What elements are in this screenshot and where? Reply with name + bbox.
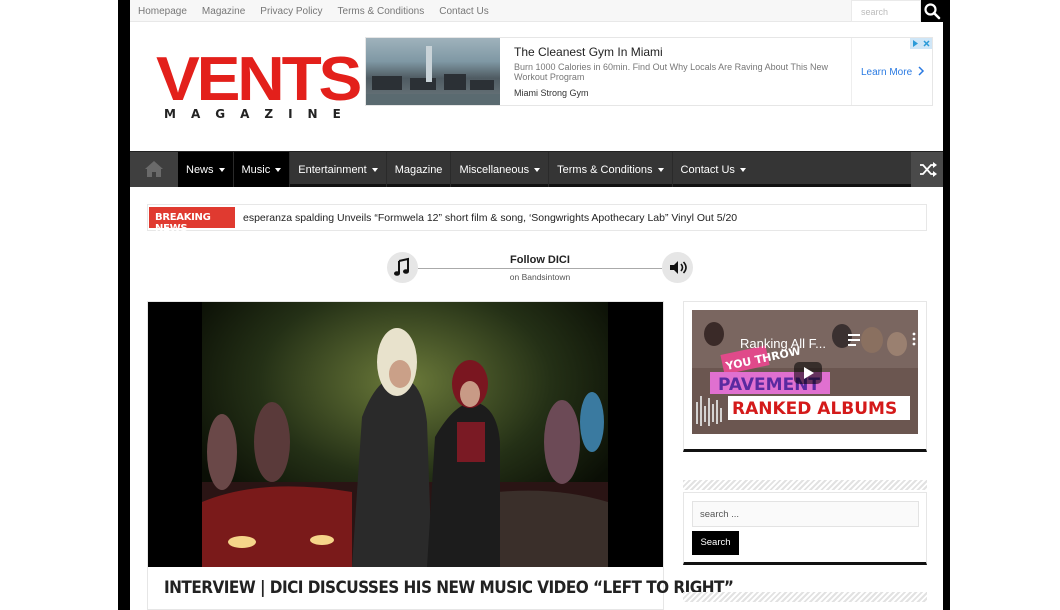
nav-item-contact[interactable]: Contact Us bbox=[673, 152, 754, 187]
nav-item-label: Contact Us bbox=[680, 163, 735, 176]
nav-home-button[interactable] bbox=[130, 152, 178, 187]
top-link-terms[interactable]: Terms & Conditions bbox=[338, 6, 425, 17]
caret-down-icon bbox=[657, 168, 664, 172]
video-title: Ranking All F... bbox=[740, 336, 826, 351]
follow-title-text: Follow DICI bbox=[506, 254, 574, 266]
featured-article: INTERVIEW | DICI DISCUSSES HIS NEW MUSIC… bbox=[147, 301, 734, 610]
top-bar: Homepage Magazine Privacy Policy Terms &… bbox=[130, 0, 943, 22]
ad-banner[interactable]: The Cleanest Gym In Miami Burn 1000 Calo… bbox=[365, 37, 933, 106]
play-icon[interactable] bbox=[794, 362, 822, 384]
page-frame-right bbox=[943, 0, 950, 610]
nav-item-label: Entertainment bbox=[298, 163, 367, 176]
home-icon bbox=[145, 161, 163, 177]
ad-description: Burn 1000 Calories in 60min. Find Out Wh… bbox=[514, 62, 828, 82]
ad-choices-icon[interactable] bbox=[910, 38, 932, 49]
nav-item-label: Music bbox=[241, 163, 271, 176]
sidebar-search-button[interactable]: Search bbox=[692, 531, 739, 555]
widget-separator bbox=[683, 480, 927, 490]
sidebar-search-input[interactable]: search ... bbox=[692, 501, 919, 527]
top-link-homepage[interactable]: Homepage bbox=[138, 6, 187, 17]
nav-item-miscellaneous[interactable]: Miscellaneous bbox=[451, 152, 550, 187]
caret-down-icon bbox=[218, 168, 225, 172]
widget-separator bbox=[683, 592, 927, 602]
top-search-button[interactable] bbox=[921, 0, 943, 22]
caret-down-icon bbox=[534, 168, 541, 172]
main-nav: News Music Entertainment Magazine Miscel… bbox=[130, 151, 943, 187]
page: Homepage Magazine Privacy Policy Terms &… bbox=[130, 0, 943, 610]
nav-item-label: Magazine bbox=[394, 163, 443, 176]
random-article-button[interactable] bbox=[911, 152, 943, 187]
top-search-input[interactable]: search bbox=[851, 0, 921, 22]
top-link-contact[interactable]: Contact Us bbox=[439, 6, 488, 17]
page-frame-left bbox=[118, 0, 130, 610]
hero-photo bbox=[202, 302, 608, 567]
chevron-right-icon bbox=[918, 66, 924, 76]
nav-item-music[interactable]: Music bbox=[233, 152, 291, 187]
nav-item-magazine[interactable]: Magazine bbox=[387, 152, 452, 187]
top-link-magazine[interactable]: Magazine bbox=[202, 6, 245, 17]
ad-brand: Miami Strong Gym bbox=[514, 88, 589, 98]
breaking-news-headline[interactable]: esperanza spalding Unveils “Formwela 12”… bbox=[243, 212, 737, 224]
logo-wordmark: VENTS bbox=[156, 45, 362, 114]
video-thumbnail[interactable]: YOU THROW PAVEMENT RANKED ALBUMS Ranking bbox=[692, 310, 918, 434]
search-widget: search ... Search bbox=[683, 492, 927, 565]
video-widget: YOU THROW PAVEMENT RANKED ALBUMS Ranking bbox=[683, 301, 927, 452]
caret-down-icon bbox=[275, 168, 282, 172]
article-hero-image[interactable] bbox=[148, 302, 663, 567]
nav-item-label: News bbox=[186, 163, 214, 176]
ad-image bbox=[366, 38, 500, 105]
caret-down-icon bbox=[739, 168, 746, 172]
breaking-news-bar: BREAKING NEWS esperanza spalding Unveils… bbox=[147, 204, 927, 234]
nav-menu: News Music Entertainment Magazine Miscel… bbox=[178, 152, 754, 187]
site-logo[interactable]: VENTS MAGAZINE bbox=[156, 49, 362, 122]
top-nav: Homepage Magazine Privacy Policy Terms &… bbox=[138, 0, 489, 22]
follow-widget[interactable]: Follow DICI on Bandsintown bbox=[387, 252, 693, 284]
caret-down-icon bbox=[371, 168, 378, 172]
follow-subtitle: on Bandsintown bbox=[509, 272, 571, 282]
ad-title: The Cleanest Gym In Miami bbox=[514, 45, 663, 59]
follow-divider bbox=[418, 268, 662, 269]
breaking-news-label: BREAKING NEWS bbox=[149, 207, 235, 234]
shuffle-icon bbox=[920, 162, 937, 177]
nav-item-news[interactable]: News bbox=[178, 152, 234, 187]
nav-item-entertainment[interactable]: Entertainment bbox=[290, 152, 387, 187]
nav-item-label: Terms & Conditions bbox=[557, 163, 653, 176]
nav-item-label: Miscellaneous bbox=[459, 163, 530, 176]
follow-title: Follow DICI bbox=[387, 254, 693, 266]
ad-cta-label: Learn More bbox=[861, 67, 913, 78]
nav-item-terms[interactable]: Terms & Conditions bbox=[549, 152, 673, 187]
top-link-privacy-policy[interactable]: Privacy Policy bbox=[260, 6, 322, 17]
search-icon bbox=[924, 3, 941, 20]
video-overlay-line3: RANKED ALBUMS bbox=[732, 399, 897, 419]
article-title[interactable]: INTERVIEW | DICI DISCUSSES HIS NEW MUSIC… bbox=[164, 578, 734, 598]
